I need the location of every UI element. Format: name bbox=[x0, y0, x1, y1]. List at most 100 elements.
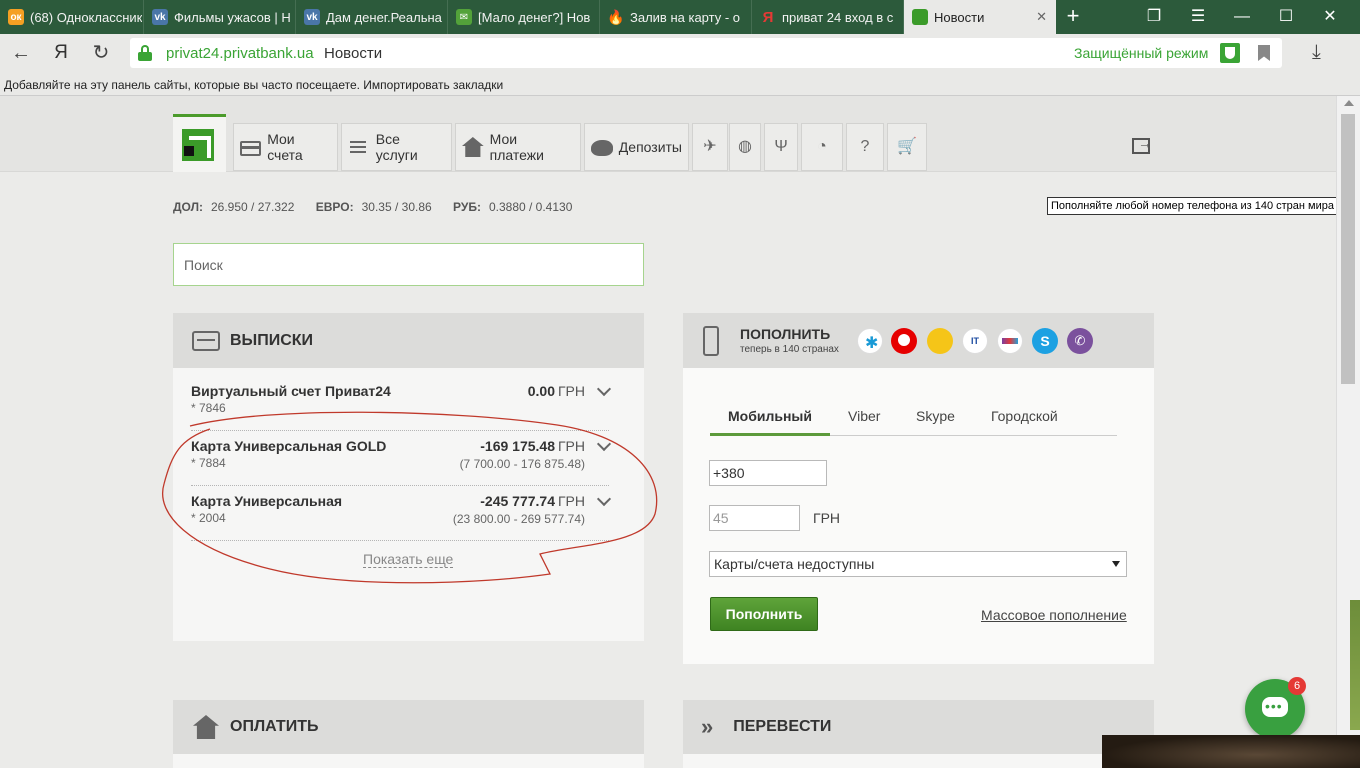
topup-tabs: Мобильный Viber Skype Городской bbox=[710, 398, 1117, 436]
house-icon bbox=[193, 715, 219, 739]
rub-rate: 0.3880 / 0.4130 bbox=[488, 200, 573, 214]
nav-my-accounts[interactable]: Мои счета bbox=[233, 123, 338, 171]
browser-tab[interactable]: vk Фильмы ужасов | Н bbox=[144, 0, 296, 34]
nav-government[interactable]: Ψ bbox=[764, 123, 798, 171]
chevron-down-icon[interactable] bbox=[596, 491, 612, 507]
intertelecom-icon[interactable]: IT bbox=[962, 328, 988, 354]
account-balance: 0.00 bbox=[527, 383, 555, 399]
browser-tab-active[interactable]: Новости ✕ bbox=[904, 0, 1056, 34]
statement-row[interactable]: Карта Универсальная GOLD * 7884 -169 175… bbox=[191, 431, 612, 486]
tab-mobile[interactable]: Мобильный bbox=[728, 408, 812, 424]
chat-button[interactable]: 6 bbox=[1245, 677, 1306, 739]
account-limit-range: (7 700.00 - 176 875.48) bbox=[459, 457, 585, 471]
reload-icon[interactable]: ↻ bbox=[88, 40, 114, 66]
tab-title: [Мало денег?] Нов bbox=[478, 9, 591, 25]
shield-icon[interactable] bbox=[1220, 43, 1240, 63]
nav-travel[interactable]: ✈ bbox=[692, 123, 728, 171]
browser-tab[interactable]: 🔥 Залив на карту - о bbox=[600, 0, 752, 34]
account-currency: ГРН bbox=[557, 493, 585, 509]
lifecell-icon[interactable] bbox=[927, 328, 953, 354]
topup-submit-button[interactable]: Пополнить bbox=[710, 597, 818, 631]
nav-label: Мои счета bbox=[267, 131, 303, 163]
download-icon[interactable]: ⤓ bbox=[1312, 41, 1321, 64]
vk-icon: vk bbox=[152, 9, 168, 25]
list-icon bbox=[348, 137, 370, 157]
account-number: * 7884 bbox=[191, 456, 226, 470]
top-navigation: Мои счета Все услуги Мои платежи Депозит… bbox=[0, 96, 1336, 172]
card-icon bbox=[240, 140, 262, 156]
tab-title: Залив на карту - о bbox=[630, 9, 740, 25]
house-icon bbox=[462, 137, 484, 157]
back-arrow-icon[interactable]: ← bbox=[8, 40, 34, 66]
nav-label: Мои платежи bbox=[489, 131, 544, 163]
browser-tab[interactable]: vk Дам денег.Реальна bbox=[296, 0, 448, 34]
amount-input[interactable]: 45 bbox=[709, 505, 800, 531]
account-balance: -169 175.48 bbox=[480, 438, 555, 454]
statements-title: ВЫПИСКИ bbox=[230, 331, 314, 349]
viber-icon[interactable]: ✆ bbox=[1067, 328, 1093, 354]
close-tab-icon[interactable]: ✕ bbox=[1036, 9, 1047, 25]
nav-international[interactable]: ◍ bbox=[729, 123, 761, 171]
vodafone-icon[interactable] bbox=[891, 328, 917, 354]
nav-deposits[interactable]: Депозиты bbox=[584, 123, 689, 171]
chevron-down-icon[interactable] bbox=[596, 436, 612, 452]
browser-tab[interactable]: Я приват 24 вход в с bbox=[752, 0, 904, 34]
minimize-icon[interactable]: — bbox=[1228, 4, 1256, 30]
nav-shop[interactable]: 🛒 bbox=[887, 123, 927, 171]
scroll-up-icon[interactable] bbox=[1344, 100, 1354, 106]
nav-help[interactable]: ? bbox=[846, 123, 884, 171]
statement-row[interactable]: Виртуальный счет Приват24 * 7846 0.00 ГР… bbox=[191, 376, 612, 431]
pay-title: ОПЛАТИТЬ bbox=[230, 718, 319, 735]
search-input[interactable]: Поиск bbox=[173, 243, 644, 286]
show-more-link[interactable]: Показать еще bbox=[363, 551, 454, 568]
tab-landline[interactable]: Городской bbox=[991, 408, 1058, 424]
account-number: * 7846 bbox=[191, 401, 226, 415]
double-chevron-icon: » bbox=[701, 714, 714, 739]
url-field[interactable]: privat24.privatbank.ua Новости Защищённы… bbox=[130, 38, 1282, 68]
phone-input[interactable]: +380 bbox=[709, 460, 827, 486]
travel-icon: ✈ bbox=[703, 138, 717, 155]
nav-history[interactable]: ◔ bbox=[801, 123, 843, 171]
scroll-thumb[interactable] bbox=[1341, 114, 1355, 384]
bookmarks-icon[interactable]: ❐ bbox=[1140, 4, 1168, 30]
exit-icon[interactable] bbox=[1132, 135, 1152, 154]
transfer-header[interactable]: » ПЕРЕВЕСТИ bbox=[683, 700, 1154, 754]
yandex-home-icon[interactable]: Я bbox=[48, 40, 74, 66]
tooltip: Пополняйте любой номер телефона из 140 с… bbox=[1047, 197, 1359, 215]
chevron-down-icon[interactable] bbox=[596, 381, 612, 397]
maximize-icon[interactable]: ☐ bbox=[1272, 4, 1300, 30]
tab-skype[interactable]: Skype bbox=[916, 408, 955, 424]
privat24-logo[interactable] bbox=[173, 114, 226, 172]
card-select[interactable]: Карты/счета недоступны bbox=[709, 551, 1127, 577]
clock-icon: ◔ bbox=[817, 138, 827, 155]
bookmarks-bar-hint[interactable]: Добавляйте на эту панель сайты, которые … bbox=[0, 72, 1360, 96]
tab-title: Дам денег.Реальна bbox=[326, 9, 442, 25]
tab-viber[interactable]: Viber bbox=[848, 408, 880, 424]
rub-label: РУБ: bbox=[453, 200, 481, 214]
transfer-title: ПЕРЕВЕСТИ bbox=[733, 718, 832, 735]
browser-tab[interactable]: ок (68) Одноклассник bbox=[0, 0, 144, 34]
menu-icon[interactable]: ☰ bbox=[1184, 4, 1212, 30]
mail-icon: ✉ bbox=[456, 9, 472, 25]
pay-header[interactable]: ОПЛАТИТЬ bbox=[173, 700, 644, 754]
phone-icon bbox=[703, 325, 719, 356]
account-currency: ГРН bbox=[557, 438, 585, 454]
nav-all-services[interactable]: Все услуги bbox=[341, 123, 452, 171]
trident-icon: Ψ bbox=[774, 138, 788, 155]
new-tab-button[interactable]: + bbox=[1062, 3, 1084, 29]
browser-tab-bar: ок (68) Одноклассник vk Фильмы ужасов | … bbox=[0, 0, 1360, 34]
kyivstar-icon[interactable]: ✱ bbox=[857, 328, 883, 354]
skype-icon[interactable]: S bbox=[1032, 328, 1058, 354]
close-window-icon[interactable]: ✕ bbox=[1316, 4, 1344, 30]
tab-title: Новости bbox=[934, 9, 985, 25]
topup-title: ПОПОЛНИТЬ bbox=[740, 326, 831, 342]
statement-row[interactable]: Карта Универсальная * 2004 -245 777.74 Г… bbox=[191, 486, 612, 541]
chat-bubble-icon bbox=[1262, 697, 1288, 717]
bookmark-icon[interactable] bbox=[1258, 45, 1270, 61]
nav-my-payments[interactable]: Мои платежи bbox=[455, 123, 581, 171]
nav-label: Все услуги bbox=[375, 131, 418, 163]
protect-mode-label[interactable]: Защищённый режим bbox=[1074, 45, 1208, 61]
browser-tab[interactable]: ✉ [Мало денег?] Нов bbox=[448, 0, 600, 34]
mass-topup-link[interactable]: Массовое пополнение bbox=[981, 607, 1127, 623]
trimob-icon[interactable] bbox=[997, 328, 1023, 354]
